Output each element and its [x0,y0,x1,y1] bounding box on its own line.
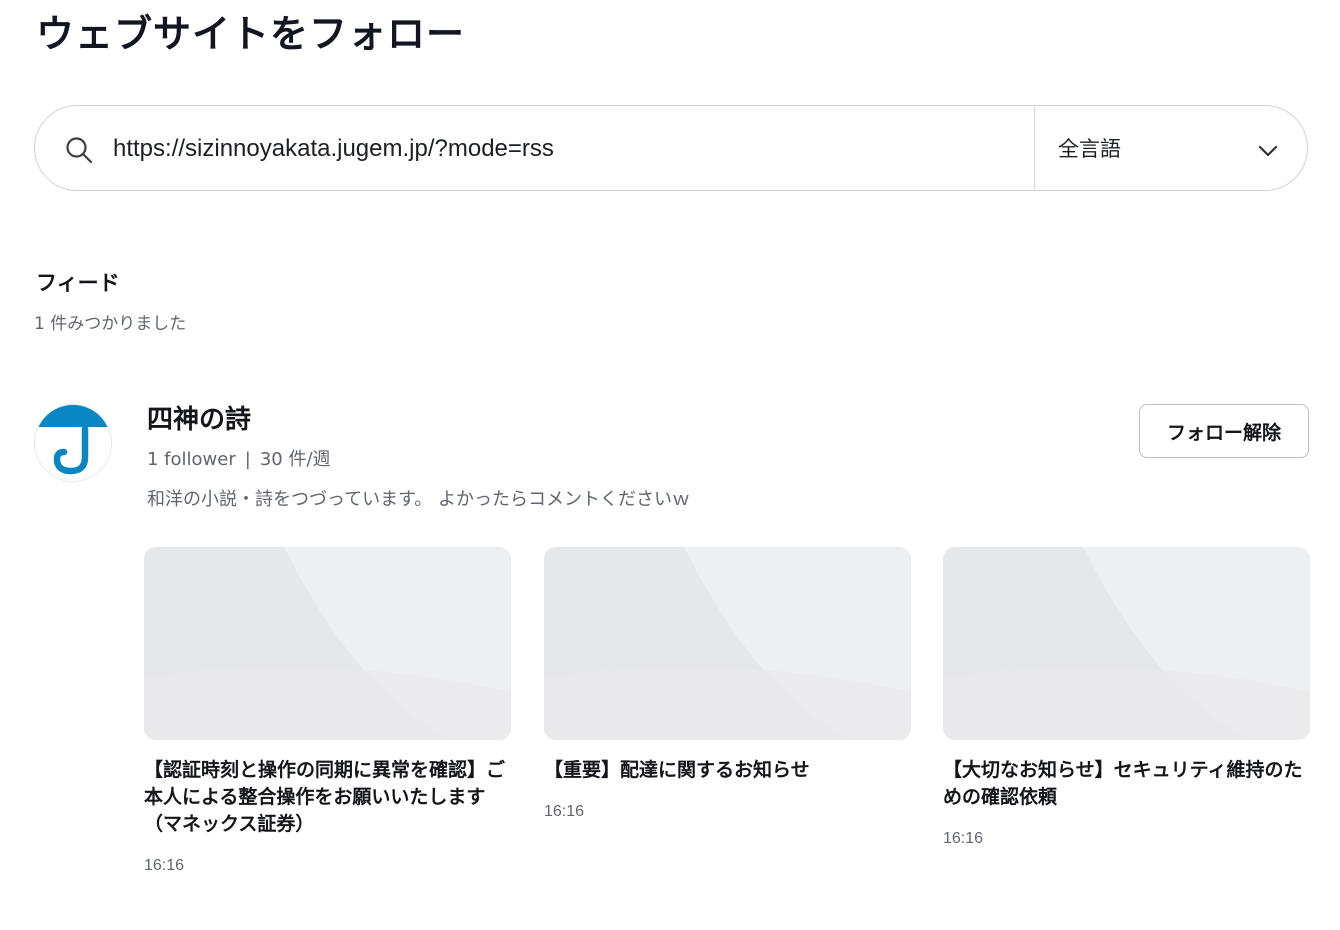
page-title: ウェブサイトをフォロー [36,12,466,56]
article-card[interactable]: 【大切なお知らせ】セキュリティ維持のための確認依頼 16:16 [943,547,1310,850]
search-bar: 全言語 [34,105,1308,191]
article-title: 【重要】配達に関するお知らせ [544,759,810,781]
unfollow-button[interactable]: フォロー解除 [1139,404,1309,458]
search-input[interactable] [113,128,1013,170]
feed-name[interactable]: 四神の詩 [147,401,251,439]
result-count: 1 件みつかりました [34,314,187,334]
article-thumbnail [144,547,511,740]
section-title-feeds: フィード [36,271,120,295]
feed-meta-separator: | [244,449,251,470]
feed-frequency: 30 件/週 [259,449,331,470]
article-thumbnail [544,547,911,740]
article-title: 【大切なお知らせ】セキュリティ維持のための確認依頼 [943,759,1303,808]
article-time: 16:16 [144,857,185,874]
jugem-logo-icon [36,405,111,481]
language-select-value: 全言語 [1058,137,1121,161]
feed-meta: 1 follower | 30 件/週 [147,447,331,473]
article-time: 16:16 [544,803,585,820]
article-title: 【認証時刻と操作の同期に異常を確認】ご本人による整合操作をお願いいたします（マネ… [144,759,506,835]
feed-avatar[interactable] [34,404,112,482]
article-card[interactable]: 【重要】配達に関するお知らせ 16:16 [544,547,911,823]
search-icon [66,137,93,164]
chevron-down-icon [1258,145,1278,157]
language-select[interactable]: 全言語 [1035,106,1307,190]
article-thumbnail [943,547,1310,740]
article-card[interactable]: 【認証時刻と操作の同期に異常を確認】ご本人による整合操作をお願いいたします（マネ… [144,547,511,877]
feed-description: 和洋の小説・詩をつづっています。 よかったらコメントくださいｗ [147,489,691,510]
feed-follower-count: 1 follower [147,449,236,470]
article-time: 16:16 [943,830,984,847]
